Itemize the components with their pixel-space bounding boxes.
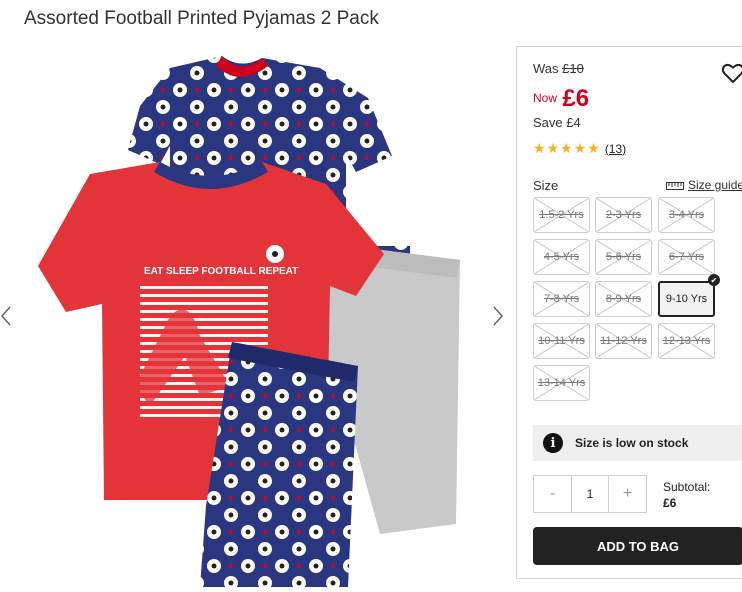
add-to-bag-button[interactable]: ADD TO BAG bbox=[533, 527, 742, 565]
selected-check-icon: ✔ bbox=[708, 274, 720, 286]
size-label: Size bbox=[533, 178, 559, 193]
size-option[interactable]: 1.5-2 Yrs bbox=[533, 197, 590, 233]
product-image: EAT SLEEP FOOTBALL REPEAT bbox=[38, 56, 460, 587]
review-count-link[interactable]: (13) bbox=[605, 142, 626, 156]
size-option[interactable]: 7-8 Yrs bbox=[533, 281, 590, 317]
was-price-value: £10 bbox=[562, 61, 584, 76]
wishlist-button[interactable] bbox=[721, 61, 742, 85]
size-option[interactable]: 10-11 Yrs bbox=[533, 323, 590, 359]
next-image-button[interactable] bbox=[492, 305, 504, 333]
size-option[interactable]: 2-3 Yrs bbox=[595, 197, 652, 233]
star-icon: ★ bbox=[587, 140, 600, 156]
subtotal-value: £6 bbox=[663, 496, 677, 510]
subtotal: Subtotal: £6 bbox=[663, 480, 711, 510]
product-title: Assorted Football Printed Pyjamas 2 Pack bbox=[24, 8, 379, 29]
size-option[interactable]: 4-5 Yrs bbox=[533, 239, 590, 275]
size-option[interactable]: 12-13 Yrs bbox=[658, 323, 715, 359]
star-icon: ★ bbox=[560, 140, 573, 156]
rating[interactable]: ★ ★ ★ ★ ★ (13) bbox=[533, 140, 626, 157]
size-guide-link[interactable]: Size guide bbox=[666, 178, 742, 192]
now-price: Now £6 bbox=[533, 85, 590, 112]
size-option[interactable]: 13-14 Yrs bbox=[533, 365, 590, 401]
size-option[interactable]: 5-6 Yrs bbox=[595, 239, 652, 275]
product-image-gallery: EAT SLEEP FOOTBALL REPEAT bbox=[0, 46, 515, 587]
star-icon: ★ bbox=[573, 140, 587, 156]
decrease-quantity-button[interactable]: - bbox=[534, 476, 571, 512]
quantity-stepper: - + bbox=[533, 475, 647, 513]
size-option[interactable]: 8-9 Yrs bbox=[595, 281, 652, 317]
stock-message: Size is low on stock bbox=[575, 436, 689, 450]
ruler-icon bbox=[666, 182, 684, 190]
increase-quantity-button[interactable]: + bbox=[609, 476, 646, 512]
now-price-value: £6 bbox=[562, 85, 590, 112]
chevron-left-icon bbox=[0, 306, 11, 326]
star-icon: ★ bbox=[546, 140, 560, 156]
info-icon: i bbox=[543, 433, 563, 453]
size-option-selected[interactable]: 9-10 Yrs bbox=[658, 281, 715, 317]
was-price: Was £10 bbox=[533, 61, 584, 76]
quantity-input[interactable] bbox=[571, 476, 609, 512]
product-purchase-panel: Was £10 Now £6 Save £4 ★ ★ ★ ★ ★ (13) Si… bbox=[516, 46, 742, 579]
save-value: £4 bbox=[566, 115, 581, 130]
save-amount: Save £4 bbox=[533, 115, 581, 130]
star-icon: ★ bbox=[533, 140, 546, 156]
size-option[interactable]: 6-7 Yrs bbox=[658, 239, 715, 275]
chevron-right-icon bbox=[493, 306, 504, 326]
size-option[interactable]: 3-4 Yrs bbox=[658, 197, 715, 233]
tshirt-print-text: EAT SLEEP FOOTBALL REPEAT bbox=[144, 266, 298, 277]
heart-icon bbox=[721, 64, 742, 84]
stock-notice: i Size is low on stock bbox=[533, 425, 742, 461]
previous-image-button[interactable] bbox=[0, 305, 12, 333]
size-option[interactable]: 11-12 Yrs bbox=[595, 323, 652, 359]
